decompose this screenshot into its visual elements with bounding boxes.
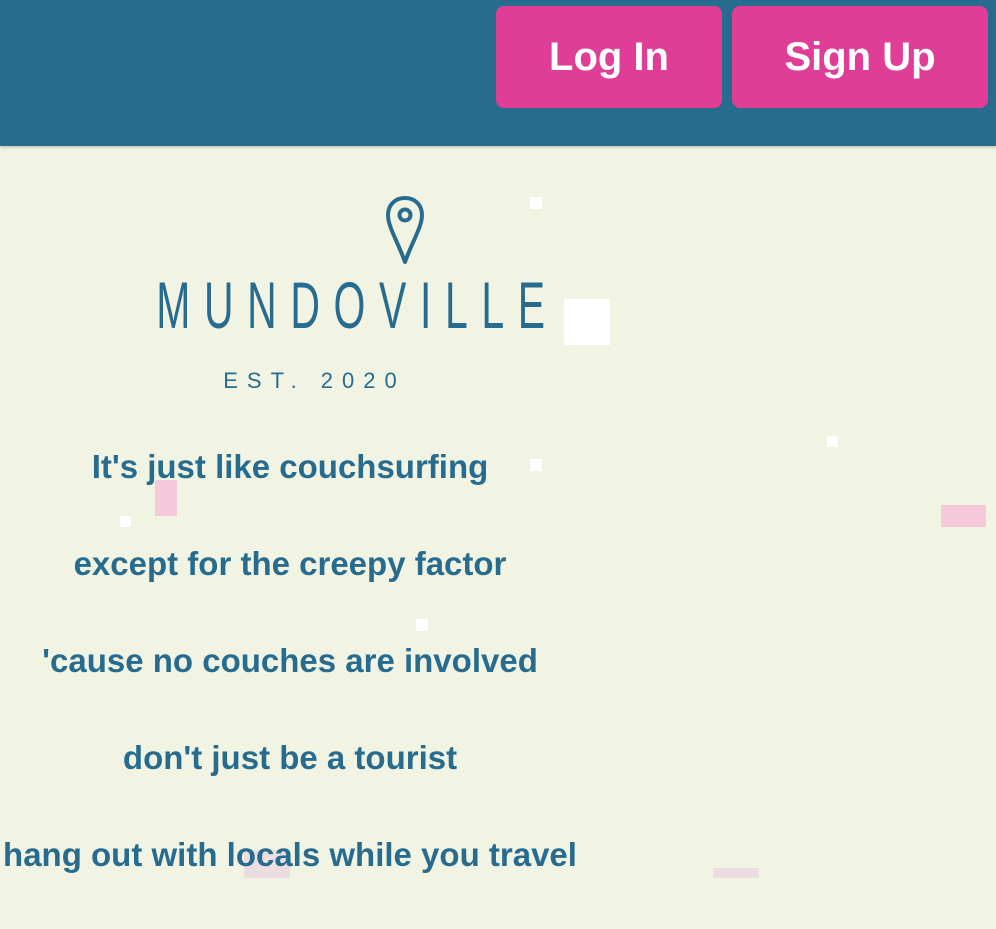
sign-up-button[interactable]: Sign Up — [732, 6, 988, 108]
confetti-shape — [713, 868, 759, 878]
confetti-square — [530, 197, 542, 209]
tagline: except for the creepy factor — [73, 545, 507, 582]
brand-wordmark: MUNDOVILLE — [156, 268, 559, 342]
page: { "header": { "login_label": "Log In", "… — [0, 0, 996, 878]
tagline: don't just be a tourist — [122, 739, 458, 776]
tagline: 'cause no couches are involved — [42, 642, 538, 679]
header-bar: Log In Sign Up — [0, 0, 996, 146]
established-label: EST. 2020 — [223, 368, 406, 393]
tagline: hang out with locals while you travel — [3, 836, 577, 873]
tagline: It's just like couchsurfing — [91, 448, 489, 485]
map-pin-icon — [386, 196, 424, 264]
mundoville-logo: MUNDOVILLE EST. 2020 — [40, 190, 580, 400]
log-in-button[interactable]: Log In — [496, 6, 722, 108]
confetti-square — [827, 436, 838, 447]
tagline-list: It's just like couchsurfing except for t… — [0, 444, 580, 929]
confetti-square — [564, 299, 610, 345]
confetti-shape — [941, 505, 986, 527]
